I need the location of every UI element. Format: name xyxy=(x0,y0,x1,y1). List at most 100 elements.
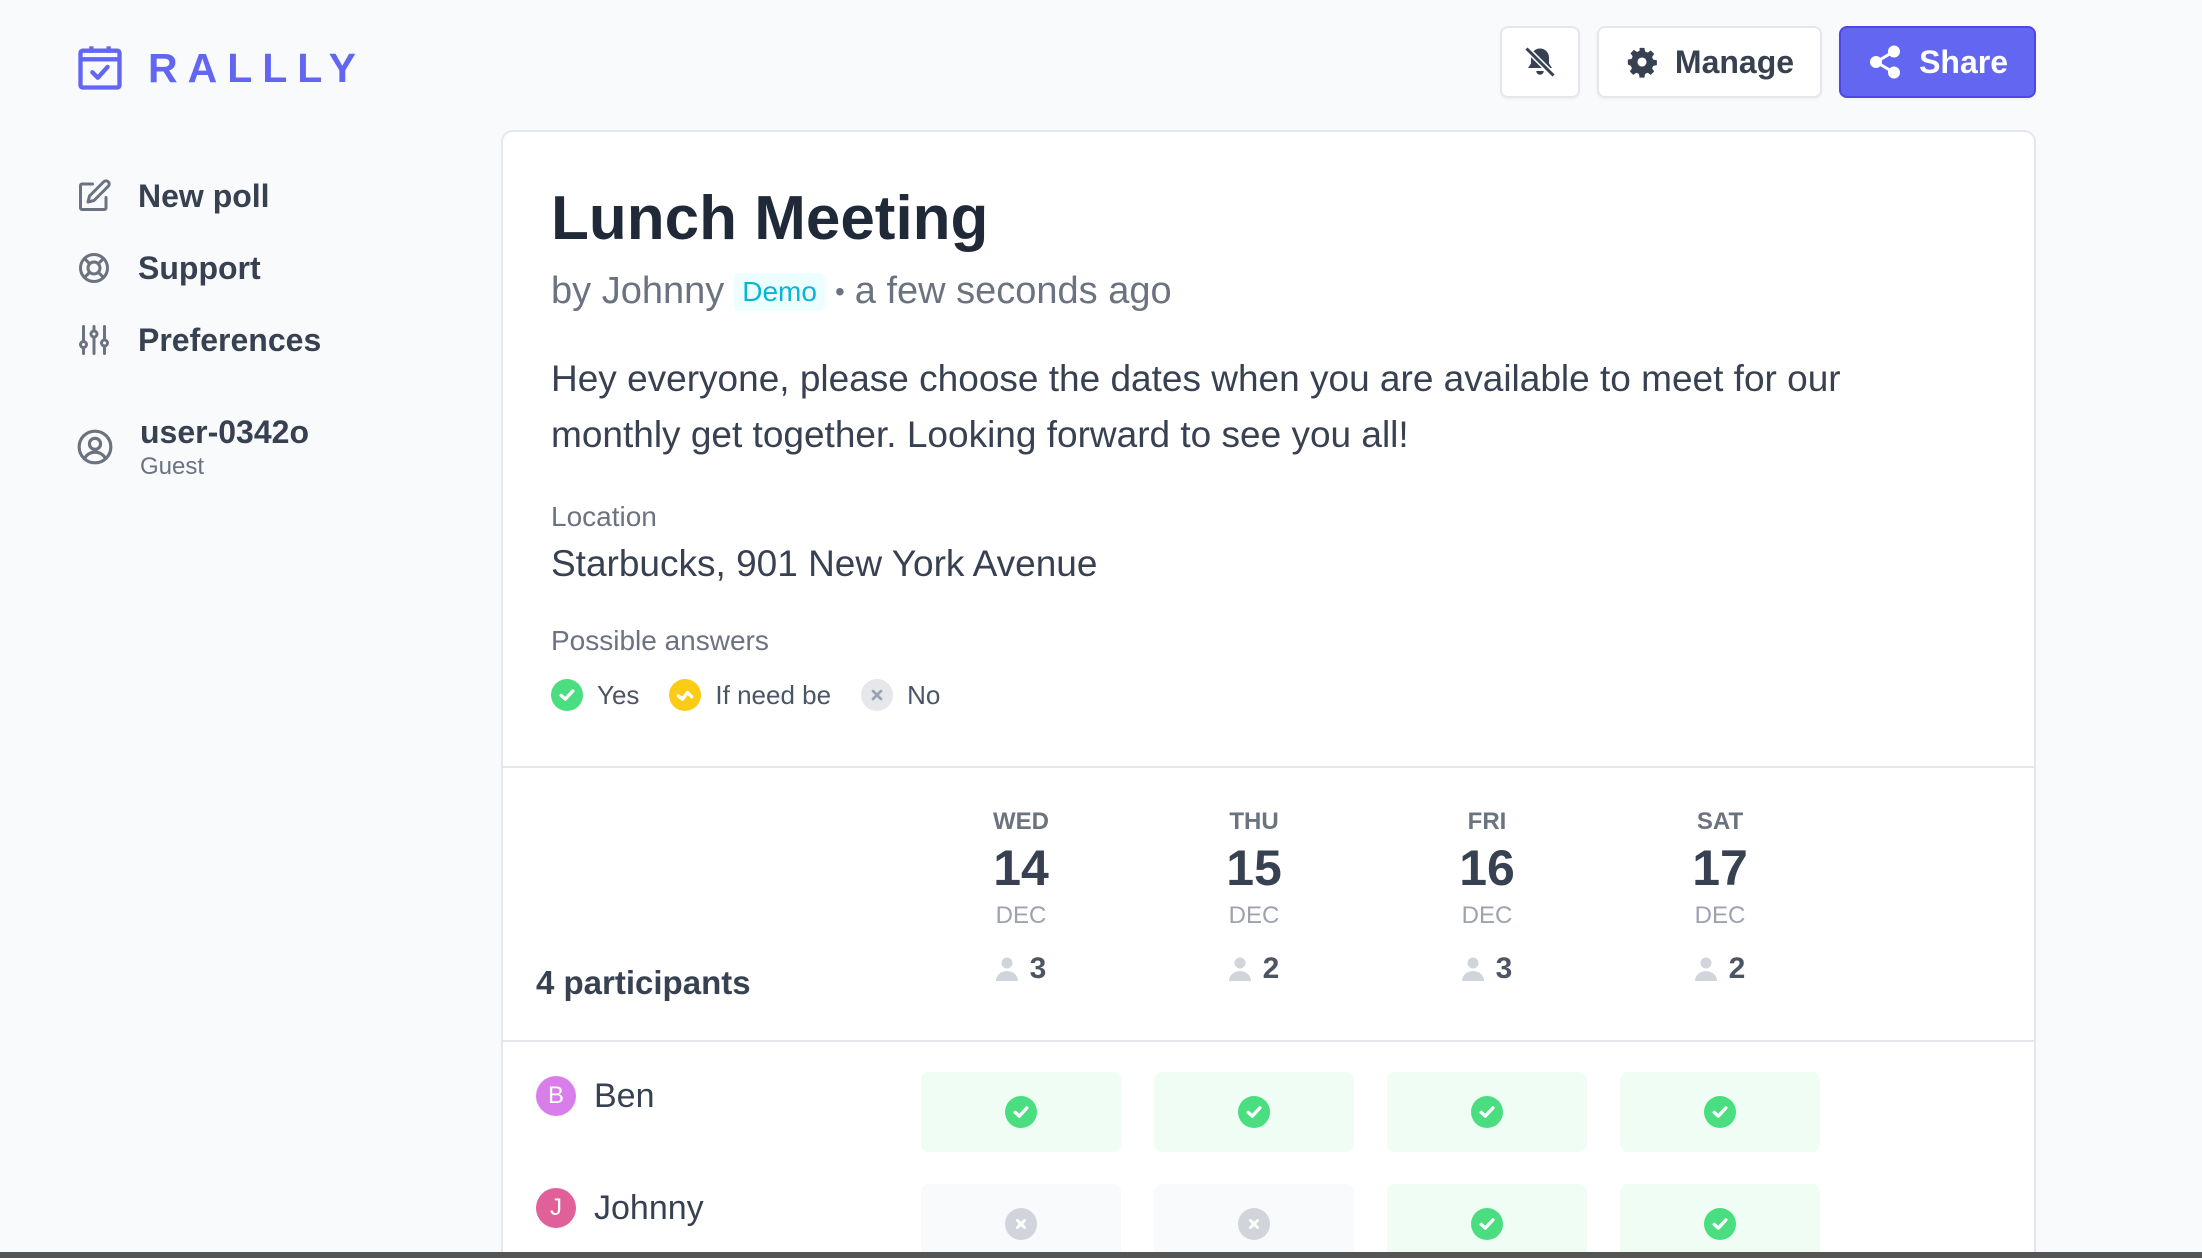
column-count-value: 3 xyxy=(1029,952,1047,985)
sidebar-item-support[interactable]: Support xyxy=(76,232,416,304)
app-logo[interactable]: RALLLY xyxy=(74,42,366,94)
vote-cell-yes xyxy=(921,1072,1121,1152)
date-column-fri: FRI 16 DEC 3 xyxy=(1387,808,1587,986)
manage-button[interactable]: Manage xyxy=(1596,26,1823,98)
notifications-button[interactable] xyxy=(1499,26,1580,98)
column-count: 2 xyxy=(1620,952,1820,986)
user-icon xyxy=(1461,957,1484,981)
column-month: DEC xyxy=(995,902,1047,929)
check-icon xyxy=(1005,1096,1037,1128)
share-button[interactable]: Share xyxy=(1839,26,2036,98)
logo-text: RALLLY xyxy=(148,44,366,91)
pencil-square-icon xyxy=(76,178,112,214)
possible-answers-label: Possible answers xyxy=(551,625,769,656)
check-icon xyxy=(551,679,583,711)
column-count: 2 xyxy=(1154,952,1354,986)
sidebar-nav: New poll Support Preferences xyxy=(76,160,416,376)
column-day: 15 xyxy=(1226,840,1282,896)
poll-author: by Johnny xyxy=(551,270,725,312)
participant: J Johnny xyxy=(536,1188,704,1228)
x-icon xyxy=(1238,1208,1270,1240)
column-dow: WED xyxy=(993,808,1049,835)
answer-no: No xyxy=(861,679,940,711)
share-icon xyxy=(1867,44,1903,80)
user-icon xyxy=(995,957,1018,981)
demo-badge: Demo xyxy=(734,272,825,311)
column-dow: THU xyxy=(1229,808,1279,835)
possible-answers: Yes If need be No xyxy=(551,679,1986,711)
user-icon xyxy=(1694,957,1717,981)
manage-label: Manage xyxy=(1674,43,1795,80)
avatar: J xyxy=(536,1188,576,1228)
sidebar-item-preferences[interactable]: Preferences xyxy=(76,304,416,376)
participant-name: Ben xyxy=(594,1076,655,1115)
column-dow: FRI xyxy=(1467,808,1507,835)
poll-card: Lunch Meeting by Johnny Demo • a few sec… xyxy=(501,130,2036,1258)
check-icon xyxy=(1238,1096,1270,1128)
user-role: Guest xyxy=(140,453,205,480)
answer-label: No xyxy=(907,679,941,710)
user-circle-icon xyxy=(76,428,114,466)
poll-header: Lunch Meeting by Johnny Demo • a few sec… xyxy=(503,132,2034,768)
column-day: 17 xyxy=(1692,840,1748,896)
date-column-sat: SAT 17 DEC 2 xyxy=(1620,808,1820,986)
date-column-thu: THU 15 DEC 2 xyxy=(1154,808,1354,986)
column-count-value: 2 xyxy=(1262,952,1280,985)
answer-if-need-be: If need be xyxy=(669,679,831,711)
grid-header: 4 participants WED 14 DEC 3 THU 15 DEC 2… xyxy=(503,768,2034,1042)
location-value: Starbucks, 901 New York Avenue xyxy=(551,543,1098,584)
x-icon xyxy=(1005,1208,1037,1240)
column-month: DEC xyxy=(1228,902,1280,929)
vote-cell-yes xyxy=(1154,1072,1354,1152)
check-icon xyxy=(1471,1096,1503,1128)
calendar-check-icon xyxy=(74,42,126,94)
byline-separator: • xyxy=(834,275,845,307)
share-label: Share xyxy=(1919,43,2008,80)
window-bottom-edge xyxy=(0,1252,2202,1258)
user-name: user-0342o xyxy=(140,414,309,450)
column-dow: SAT xyxy=(1696,808,1744,835)
vote-cell-yes xyxy=(1387,1072,1587,1152)
toolbar: Manage Share xyxy=(1499,26,2036,98)
location-label: Location xyxy=(551,501,657,532)
column-count-value: 3 xyxy=(1495,952,1513,985)
sidebar-item-label: Preferences xyxy=(138,321,322,358)
participant-name: Johnny xyxy=(594,1188,704,1227)
user-icon xyxy=(1228,957,1251,981)
participant-row-johnny: J Johnny xyxy=(503,1154,2034,1258)
date-column-wed: WED 14 DEC 3 xyxy=(921,808,1121,986)
check-icon xyxy=(1704,1208,1736,1240)
answer-yes: Yes xyxy=(551,679,639,711)
column-count: 3 xyxy=(1387,952,1587,986)
vote-cell-yes xyxy=(1387,1184,1587,1258)
poll-description: Hey everyone, please choose the dates wh… xyxy=(551,358,1841,455)
adjustments-icon xyxy=(76,322,112,358)
sidebar-item-label: Support xyxy=(138,249,261,286)
x-icon xyxy=(861,679,894,711)
column-count: 3 xyxy=(921,952,1121,986)
answer-label: Yes xyxy=(597,679,640,710)
column-day: 14 xyxy=(993,840,1049,896)
column-month: DEC xyxy=(1461,902,1513,929)
answer-label: If need be xyxy=(715,679,832,710)
participant-row-ben: B Ben xyxy=(503,1042,2034,1154)
user-menu[interactable]: user-0342o Guest xyxy=(76,412,309,482)
check-icon xyxy=(1704,1096,1736,1128)
column-day: 16 xyxy=(1459,840,1515,896)
check-icon xyxy=(1471,1208,1503,1240)
participant: B Ben xyxy=(536,1076,655,1116)
sidebar-item-new-poll[interactable]: New poll xyxy=(76,160,416,232)
participants-count: 4 participants xyxy=(536,964,751,1001)
bell-off-icon xyxy=(1522,44,1558,80)
avatar: B xyxy=(536,1076,576,1116)
poll-time: a few seconds ago xyxy=(854,270,1172,312)
vote-cell-no xyxy=(1154,1184,1354,1258)
vote-cell-no xyxy=(921,1184,1121,1258)
gear-icon xyxy=(1625,45,1659,79)
column-month: DEC xyxy=(1694,902,1746,929)
column-count-value: 2 xyxy=(1728,952,1746,985)
sidebar-item-label: New poll xyxy=(138,177,270,214)
poll-title: Lunch Meeting xyxy=(551,184,989,253)
poll-byline: by Johnny Demo • a few seconds ago xyxy=(551,270,1986,313)
vote-cell-yes xyxy=(1620,1184,1820,1258)
